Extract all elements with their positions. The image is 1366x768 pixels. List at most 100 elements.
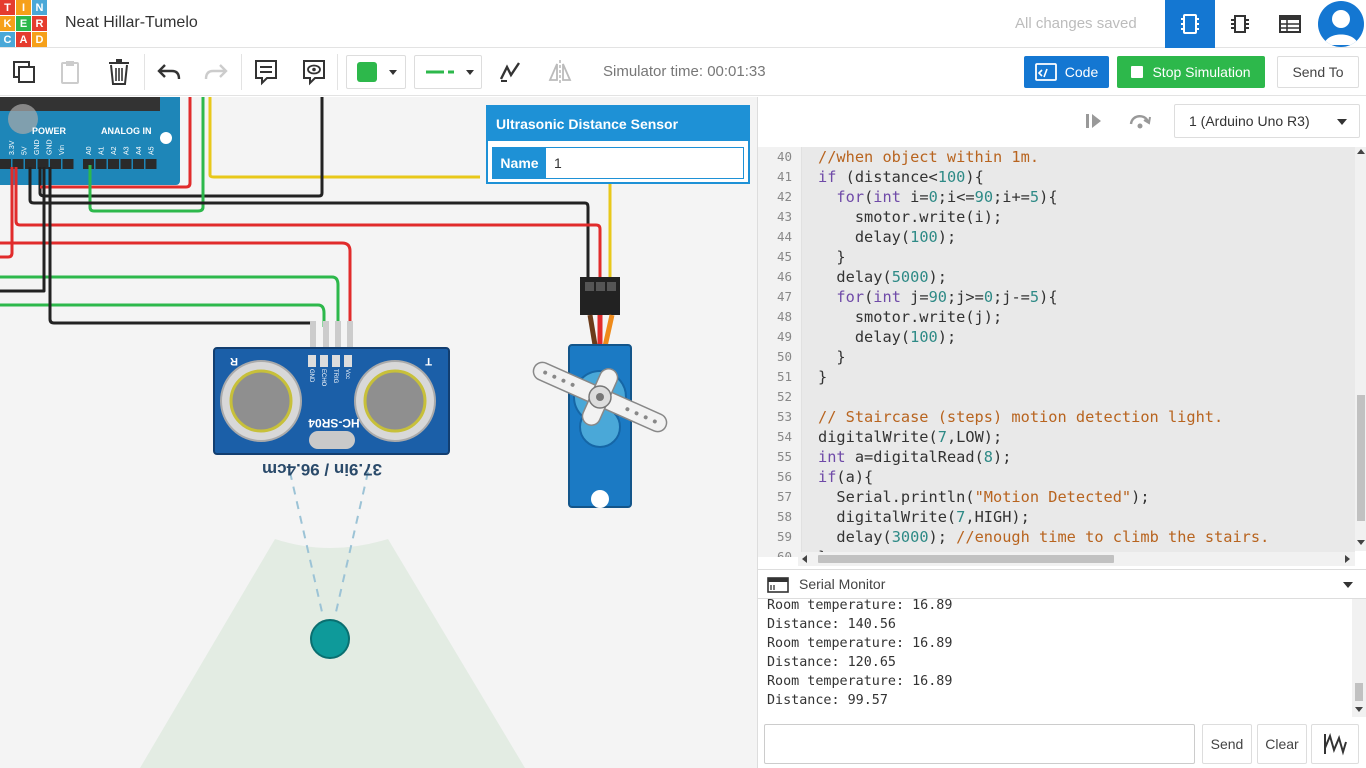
line-number: 52	[776, 389, 792, 404]
component-list-button[interactable]	[1265, 0, 1315, 48]
code-line[interactable]: int a=digitalRead(8);	[818, 447, 1011, 467]
serial-input[interactable]	[764, 724, 1195, 764]
code-line[interactable]: if (distance<100){	[818, 167, 984, 187]
toolbar-divider	[241, 54, 242, 90]
note-icon	[255, 60, 277, 86]
code-line[interactable]: }	[818, 367, 827, 387]
delete-button[interactable]	[103, 56, 135, 88]
header-pin[interactable]	[133, 159, 144, 169]
editor-vertical-scrollbar[interactable]	[1355, 147, 1366, 551]
serial-clear-button[interactable]: Clear	[1257, 724, 1307, 764]
copy-button[interactable]	[8, 56, 40, 88]
serial-monitor-icon	[767, 577, 789, 593]
code-line[interactable]: for(int i=0;i<=90;i+=5){	[818, 187, 1057, 207]
servo-motor[interactable]	[522, 277, 678, 508]
project-title[interactable]: Neat Hillar-Tumelo	[65, 14, 198, 32]
mounting-hole	[160, 132, 172, 144]
analog-pin-label: A2	[111, 146, 118, 155]
save-status: All changes saved	[1015, 15, 1137, 32]
line-number: 46	[776, 269, 792, 284]
user-avatar[interactable]	[1318, 1, 1364, 47]
analog-pin-label: A0	[86, 146, 93, 155]
header-pin[interactable]	[120, 159, 132, 169]
code-line[interactable]: digitalWrite(7,HIGH);	[818, 507, 1029, 527]
code-line[interactable]: smotor.write(i);	[818, 207, 1002, 227]
serial-monitor-header[interactable]: Serial Monitor	[758, 569, 1366, 599]
code-line[interactable]: digitalWrite(7,LOW);	[818, 427, 1002, 447]
scroll-down-icon[interactable]	[1357, 540, 1365, 545]
code-line[interactable]: delay(5000);	[818, 267, 947, 287]
header-pin[interactable]	[0, 159, 11, 169]
header-pin[interactable]	[108, 159, 119, 169]
notes-button[interactable]	[250, 56, 282, 88]
tinkercad-logo[interactable]: TIN KER CAD	[0, 0, 47, 47]
tinkercad-app: TINKERCAD Neat Hillar-Tumelo All changes…	[0, 0, 1366, 768]
paste-icon	[61, 61, 79, 84]
scrollbar-thumb[interactable]	[818, 555, 1114, 563]
serial-plotter-button[interactable]	[1311, 724, 1359, 764]
step-button[interactable]	[1084, 112, 1104, 135]
toggle-notes-button[interactable]	[298, 56, 330, 88]
stop-simulation-button[interactable]: Stop Simulation	[1117, 56, 1265, 88]
line-number-gutter: 40 41 42 43 44 45 46 47 48 49 50 51 52 53 54 55 56 57 58 59…	[758, 147, 802, 557]
scrollbar-thumb[interactable]	[1357, 395, 1365, 521]
target-object[interactable]	[310, 619, 350, 659]
logo-letter: R	[32, 16, 47, 31]
board-select[interactable]: 1 (Arduino Uno R3)	[1174, 104, 1360, 138]
code-line[interactable]: //when object within 1m.	[818, 147, 1039, 167]
undo-button[interactable]	[153, 56, 185, 88]
code-line[interactable]: delay(100);	[818, 227, 956, 247]
code-line[interactable]: smotor.write(j);	[818, 307, 1002, 327]
logo-letter: A	[16, 32, 31, 47]
send-to-button[interactable]: Send To	[1277, 56, 1359, 88]
wire-style-dropdown[interactable]	[414, 55, 482, 89]
paste-button[interactable]	[54, 56, 86, 88]
code-line[interactable]: delay(100);	[818, 327, 956, 347]
code-button[interactable]: Code	[1024, 56, 1109, 88]
header-pin[interactable]	[95, 159, 107, 169]
logo-letter: I	[16, 0, 31, 15]
flip-icon	[548, 60, 572, 84]
analog-pin-label: A5	[149, 146, 156, 155]
line-number: 44	[776, 229, 792, 244]
code-line[interactable]: if(a){	[818, 467, 873, 487]
circuit-view-button[interactable]	[1165, 0, 1215, 48]
schematic-view-button[interactable]	[1215, 0, 1265, 48]
redo-button[interactable]	[200, 56, 232, 88]
eye-note-icon	[303, 60, 325, 86]
circuit-canvas[interactable]: POWER ANALOG IN 3.3V 5V GND GND Vin A0 A1 A2 A3 A…	[0, 97, 757, 768]
flip-button[interactable]	[544, 56, 576, 88]
chevron-down-icon[interactable]	[1343, 582, 1353, 588]
scroll-left-icon[interactable]	[802, 555, 807, 563]
header-pin[interactable]	[12, 159, 24, 169]
step-over-button[interactable]	[1128, 110, 1152, 135]
auto-route-button[interactable]	[494, 56, 526, 88]
serial-monitor-scrollbar[interactable]	[1352, 599, 1366, 717]
code-line[interactable]: delay(3000); //enough time to climb the …	[818, 527, 1269, 547]
properties-title: Ultrasonic Distance Sensor	[488, 107, 748, 141]
serial-send-button[interactable]: Send	[1202, 724, 1252, 764]
code-line[interactable]: }	[818, 247, 845, 267]
trash-icon	[109, 59, 129, 85]
power-pin-label: 3.3V	[9, 140, 16, 155]
code-line[interactable]: // Staircase (steps) motion detection li…	[818, 407, 1223, 427]
header-pin[interactable]	[62, 159, 74, 169]
logo-letter: N	[32, 0, 47, 15]
fill-color-dropdown[interactable]	[346, 55, 406, 89]
editor-horizontal-scrollbar[interactable]	[798, 552, 1355, 566]
scroll-up-icon[interactable]	[1357, 149, 1365, 154]
code-editor[interactable]: 40 41 42 43 44 45 46 47 48 49 50 51 52 53 54 55 56 57 58 59…	[758, 147, 1355, 557]
header-pin[interactable]	[50, 159, 61, 169]
code-line[interactable]: Serial.println("Motion Detected");	[818, 487, 1149, 507]
header-pin[interactable]	[145, 159, 157, 169]
ultrasonic-sensor[interactable]: GND ECHO TRIG Vcc HC-SR04 R T	[213, 321, 450, 455]
line-number: 48	[776, 309, 792, 324]
scrollbar-thumb[interactable]	[1355, 683, 1363, 701]
sensor-pin-label: TRIG	[332, 369, 338, 384]
code-button-label: Code	[1064, 64, 1099, 80]
name-property-input[interactable]	[546, 148, 743, 178]
scroll-right-icon[interactable]	[1345, 555, 1350, 563]
code-line[interactable]: }	[818, 347, 845, 367]
code-line[interactable]: for(int j=90;j>=0;j-=5){	[818, 287, 1057, 307]
scroll-down-icon[interactable]	[1355, 707, 1363, 712]
